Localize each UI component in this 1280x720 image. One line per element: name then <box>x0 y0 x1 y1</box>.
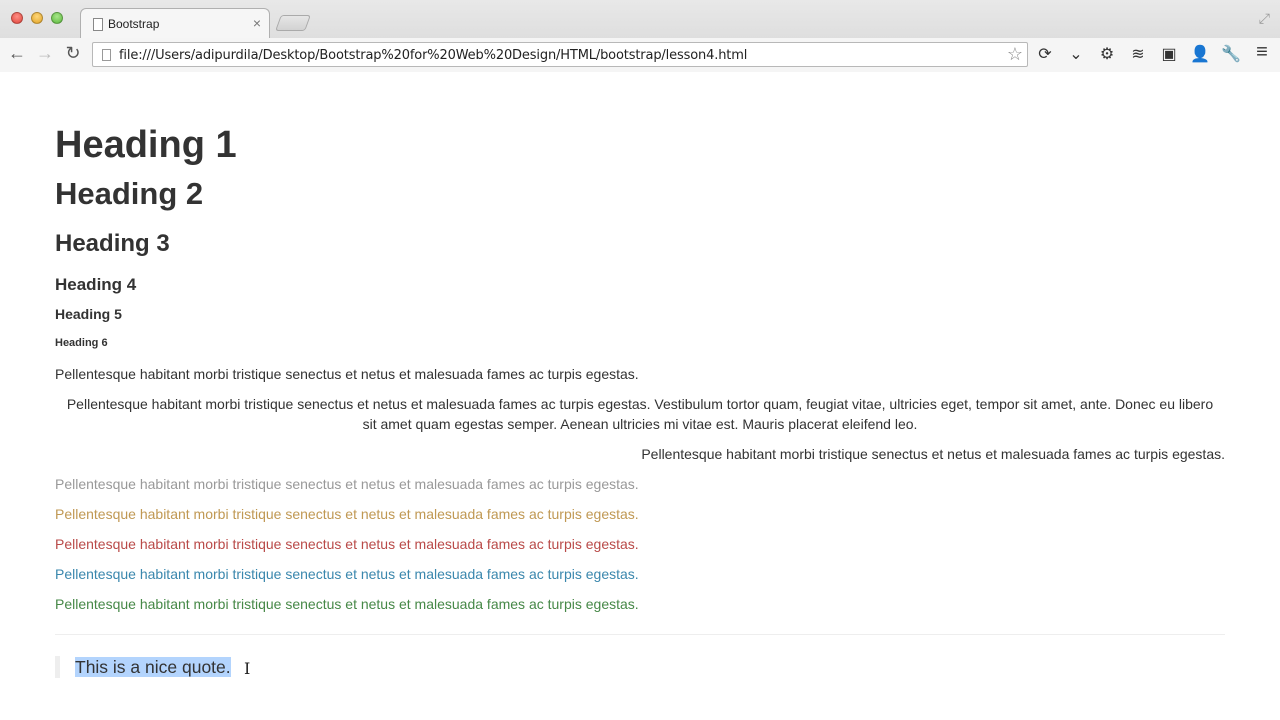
paragraph-right-aligned: Pellentesque habitant morbi tristique se… <box>641 446 1225 462</box>
heading-6: Heading 6 <box>55 337 108 349</box>
tab-title: Bootstrap <box>108 17 160 31</box>
menu-icon[interactable]: ≡ <box>1251 41 1273 64</box>
paragraph-left-aligned: Pellentesque habitant morbi tristique se… <box>55 366 639 382</box>
new-tab-button[interactable] <box>275 15 311 31</box>
paragraph-muted: Pellentesque habitant morbi tristique se… <box>55 476 639 492</box>
page-icon <box>93 18 103 31</box>
pocket-extension-icon[interactable]: ⌄ <box>1065 44 1087 64</box>
text-cursor-icon: I <box>244 659 251 678</box>
paragraph-success: Pellentesque habitant morbi tristique se… <box>55 596 639 612</box>
heading-1: Heading 1 <box>55 124 237 166</box>
forward-button[interactable]: → <box>35 43 55 64</box>
heading-2: Heading 2 <box>55 176 204 211</box>
user-blocked-extension-icon[interactable]: 👤 <box>1189 44 1211 64</box>
url-text[interactable]: file:///Users/adipurdila/Desktop/Bootstr… <box>119 48 747 63</box>
evernote-extension-icon[interactable]: ▣ <box>1158 44 1180 64</box>
settings-extension-icon[interactable]: ⚙ <box>1096 44 1118 64</box>
bookmark-star-icon[interactable]: ☆ <box>1007 44 1023 65</box>
paragraph-error: Pellentesque habitant morbi tristique se… <box>55 536 639 552</box>
paragraph-info: Pellentesque habitant morbi tristique se… <box>55 566 639 582</box>
paragraph-warning: Pellentesque habitant morbi tristique se… <box>55 506 639 522</box>
heading-4: Heading 4 <box>55 275 137 294</box>
browser-chrome: Bootstrap × ⤢ ← → ↻ file:///Users/adipur… <box>0 0 1280 72</box>
heading-3: Heading 3 <box>55 230 170 257</box>
fullscreen-icon[interactable]: ⤢ <box>1259 10 1270 27</box>
back-button[interactable]: ← <box>7 43 27 64</box>
reload-button[interactable]: ↻ <box>63 43 83 64</box>
browser-tab[interactable]: Bootstrap × <box>80 8 270 38</box>
window-maximize-button[interactable] <box>51 12 63 24</box>
sync-extension-icon[interactable]: ⟳ <box>1034 44 1056 64</box>
divider <box>55 634 1225 635</box>
tab-close-icon[interactable]: × <box>253 15 261 31</box>
heading-5: Heading 5 <box>55 306 122 322</box>
wrench-extension-icon[interactable]: 🔧 <box>1220 44 1242 64</box>
browser-toolbar: ← → ↻ file:///Users/adipurdila/Desktop/B… <box>0 38 1280 72</box>
window-minimize-button[interactable] <box>31 12 43 24</box>
address-bar[interactable]: file:///Users/adipurdila/Desktop/Bootstr… <box>92 42 1028 67</box>
page-icon <box>102 49 111 61</box>
buffer-extension-icon[interactable]: ≋ <box>1127 44 1149 64</box>
blockquote: This is a nice quote. I <box>55 656 250 678</box>
window-close-button[interactable] <box>11 12 23 24</box>
quote-text-selected[interactable]: This is a nice quote. <box>75 657 231 677</box>
paragraph-center-aligned: Pellentesque habitant morbi tristique se… <box>66 396 1214 432</box>
